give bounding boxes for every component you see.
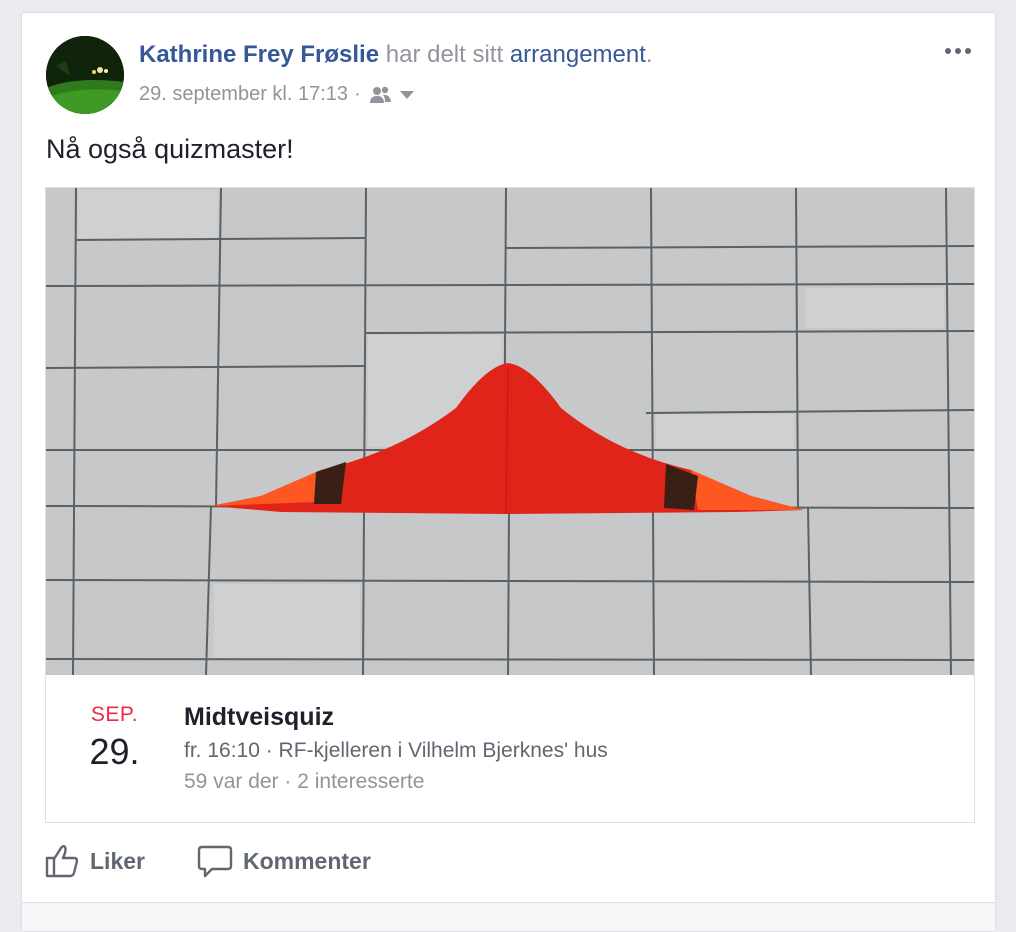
header-period: . xyxy=(645,41,653,68)
post-header: Kathrine Frey Frøslie har delt sitt arra… xyxy=(139,41,653,69)
thumbs-up-icon xyxy=(45,845,79,878)
post-meta: 29. september kl. 17:13 · xyxy=(139,83,415,106)
like-label: Liker xyxy=(90,847,145,874)
event-cover-photo xyxy=(46,188,974,675)
post-timestamp[interactable]: 29. september kl. 17:13 xyxy=(139,83,348,106)
meta-separator: · xyxy=(354,83,361,105)
like-button[interactable]: Liker xyxy=(44,843,145,879)
comment-button[interactable]: Kommenter xyxy=(197,843,371,879)
audience-selector[interactable] xyxy=(369,85,415,105)
avatar[interactable] xyxy=(46,36,124,114)
comment-icon xyxy=(197,845,233,878)
event-link[interactable]: arrangement xyxy=(510,41,646,68)
dot-icon xyxy=(945,48,951,54)
event-info: SEP. 29. Midtveisquiz fr. 16:10 · RF-kje… xyxy=(46,675,974,822)
post-actions: Liker Kommenter xyxy=(44,839,423,883)
author-name-link[interactable]: Kathrine Frey Frøslie xyxy=(139,41,379,68)
event-day: 29. xyxy=(89,731,140,772)
more-options-button[interactable] xyxy=(941,39,975,63)
post-body-text: Nå også quizmaster! xyxy=(46,134,294,164)
post-card: Kathrine Frey Frøslie har delt sitt arra… xyxy=(21,12,996,932)
event-date: SEP. 29. xyxy=(46,703,183,773)
comment-area-strip xyxy=(22,902,995,931)
event-title[interactable]: Midtveisquiz xyxy=(184,703,334,732)
shared-text: har delt sitt xyxy=(379,41,510,68)
event-month: SEP. xyxy=(90,703,139,726)
dot-icon xyxy=(965,48,971,54)
event-time-location: fr. 16:10 · RF-kjelleren i Vilhelm Bjerk… xyxy=(184,739,608,762)
avatar-image xyxy=(46,36,124,114)
friends-icon xyxy=(369,86,391,103)
event-attachment[interactable]: SEP. 29. Midtveisquiz fr. 16:10 · RF-kje… xyxy=(45,187,975,823)
chevron-down-icon xyxy=(399,90,414,99)
dot-icon xyxy=(955,48,961,54)
comment-label: Kommenter xyxy=(242,847,371,874)
event-attendance-stats: 59 var der · 2 interesserte xyxy=(184,770,425,793)
